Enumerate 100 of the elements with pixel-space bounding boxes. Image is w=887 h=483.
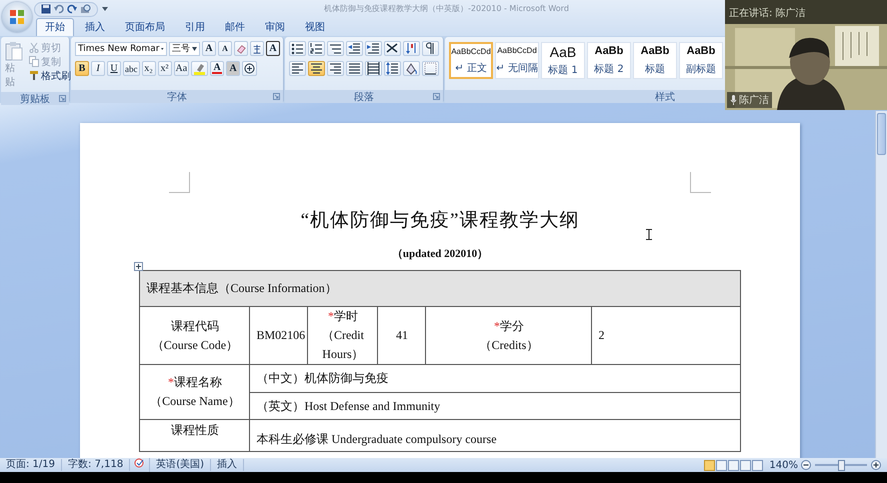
character-shading-button[interactable]: A bbox=[226, 61, 240, 76]
change-case-button[interactable]: Aa bbox=[174, 61, 190, 76]
table-cell: 本科生必修课 Undergraduate compulsory course bbox=[250, 420, 740, 452]
subscript-button[interactable]: x₂ bbox=[142, 61, 156, 76]
view-button[interactable] bbox=[728, 460, 740, 470]
ribbon-tab[interactable]: 引用 bbox=[176, 18, 214, 36]
crop-mark-icon bbox=[169, 172, 190, 193]
word-count[interactable]: 字数: 7,118 bbox=[62, 459, 130, 471]
speaker-status: 正在讲话: 陈广洁 bbox=[729, 6, 806, 20]
table-cell: 课程代码 （Course Code） bbox=[140, 306, 250, 364]
font-name-field[interactable]: Times New Romar bbox=[75, 42, 167, 56]
table-cell: 课程基本信息（Course Information） bbox=[140, 270, 740, 306]
document-subtitle: （updated 202010） bbox=[392, 247, 488, 261]
print-preview-icon[interactable] bbox=[80, 4, 91, 14]
ribbon-tab[interactable]: 插入 bbox=[76, 18, 114, 36]
zoom-level[interactable]: 140% bbox=[769, 460, 798, 470]
grow-font-button[interactable]: A bbox=[202, 41, 216, 56]
sort-button[interactable] bbox=[403, 41, 420, 56]
numbering-button[interactable] bbox=[308, 41, 325, 56]
table-cell: *学分 （Credits） bbox=[426, 306, 592, 364]
style-gallery-item[interactable]: AaBb 标题 bbox=[633, 42, 677, 79]
view-button[interactable] bbox=[740, 460, 752, 470]
multilevel-list-button[interactable] bbox=[327, 41, 344, 56]
table-cell: 课程性质 bbox=[140, 420, 250, 452]
enclose-character-button[interactable] bbox=[242, 61, 258, 76]
highlight-button[interactable] bbox=[191, 61, 208, 76]
table-cell: 41 bbox=[378, 306, 426, 364]
crop-mark-icon bbox=[690, 172, 711, 193]
align-button[interactable] bbox=[327, 61, 344, 76]
table-cell: （英文）Host Defense and Immunity bbox=[250, 392, 740, 420]
chinese-layout-button[interactable] bbox=[384, 41, 401, 56]
character-border-button[interactable]: A bbox=[266, 41, 280, 56]
zoom-slider-thumb[interactable] bbox=[838, 460, 845, 471]
style-gallery-item[interactable]: AaBbCcDd ↵ 无间隔 bbox=[495, 42, 539, 79]
copy-icon bbox=[29, 56, 39, 67]
underline-button[interactable]: U bbox=[107, 61, 121, 76]
bold-button[interactable]: B bbox=[75, 61, 89, 76]
caret-icon[interactable] bbox=[161, 46, 164, 50]
font-size-field[interactable]: 三号 bbox=[169, 42, 200, 56]
language-indicator[interactable]: 英语(美国) bbox=[150, 459, 212, 471]
align-button[interactable] bbox=[308, 61, 325, 76]
align-button[interactable] bbox=[346, 61, 363, 76]
bullets-button[interactable] bbox=[289, 41, 306, 56]
ribbon-tab[interactable]: 开始 bbox=[36, 18, 74, 36]
office-logo-icon bbox=[9, 9, 25, 25]
shrink-font-button[interactable]: A bbox=[218, 41, 232, 56]
eraser-icon bbox=[236, 42, 246, 54]
table-move-handle-icon[interactable] bbox=[134, 262, 144, 271]
italic-button[interactable]: I bbox=[91, 61, 105, 76]
view-button[interactable] bbox=[752, 460, 764, 470]
insert-mode-indicator[interactable]: 插入 bbox=[211, 459, 244, 471]
group-label: 段落 bbox=[354, 90, 374, 104]
style-gallery-item[interactable]: AaBb 标题 2 bbox=[587, 42, 631, 79]
page-count[interactable]: 页面: 1/19 bbox=[0, 459, 62, 471]
borders-button[interactable] bbox=[422, 61, 439, 76]
table-cell: BM02106 bbox=[250, 306, 308, 364]
line-spacing-button[interactable] bbox=[384, 61, 401, 76]
font-color-button[interactable]: A bbox=[210, 61, 224, 76]
redo-icon[interactable] bbox=[67, 4, 77, 14]
brush-icon bbox=[29, 70, 39, 81]
style-gallery-item[interactable]: AaBb 副标题 bbox=[679, 42, 723, 79]
shading-button[interactable] bbox=[403, 61, 420, 76]
spelling-check-icon[interactable] bbox=[134, 458, 146, 468]
group-label: 字体 bbox=[167, 90, 187, 104]
style-gallery-item[interactable]: AaB 标题 1 bbox=[541, 42, 585, 79]
align-button[interactable] bbox=[289, 61, 306, 76]
ribbon-tab[interactable]: 视图 bbox=[296, 18, 334, 36]
customize-caret-icon[interactable] bbox=[102, 6, 108, 12]
increase-indent-button[interactable] bbox=[365, 41, 382, 56]
toolbar-button[interactable]: 格式刷 bbox=[29, 69, 71, 82]
style-gallery-item[interactable]: AaBbCcDd ↵ 正文 bbox=[449, 42, 493, 79]
table-cell: *学时 （Credit Hours） bbox=[308, 306, 378, 364]
ribbon-tab[interactable]: 审阅 bbox=[256, 18, 294, 36]
document-title: “机体防御与免疫”课程教学大纲 bbox=[300, 209, 580, 233]
align-button[interactable] bbox=[365, 61, 382, 76]
undo-icon[interactable] bbox=[54, 4, 64, 14]
window-title: 机体防御与免疫课程教学大纲（中英版）-202010 - Microsoft Word bbox=[324, 3, 569, 14]
text-cursor-icon bbox=[646, 229, 652, 240]
group-label: 剪贴板 bbox=[20, 92, 50, 106]
phonetic-icon bbox=[252, 42, 262, 54]
highlighter-icon bbox=[193, 62, 206, 74]
office-button[interactable] bbox=[2, 2, 32, 32]
zoom-out-icon[interactable] bbox=[801, 460, 811, 470]
view-button[interactable] bbox=[716, 460, 728, 470]
scrollbar[interactable] bbox=[875, 111, 887, 458]
group-label: 样式 bbox=[655, 90, 675, 104]
decrease-indent-button[interactable] bbox=[346, 41, 363, 56]
table-cell: （中文）机体防御与免疫 bbox=[250, 364, 740, 392]
ribbon-tab[interactable]: 页面布局 bbox=[116, 18, 174, 36]
show-marks-button[interactable] bbox=[422, 41, 439, 56]
ribbon-tab[interactable]: 邮件 bbox=[216, 18, 254, 36]
phonetic-guide-button[interactable] bbox=[250, 41, 264, 56]
speaker-label: 陈广洁 bbox=[727, 92, 772, 108]
clipboard-icon bbox=[5, 41, 23, 61]
clear-format-button[interactable] bbox=[234, 41, 248, 56]
caret-icon[interactable] bbox=[192, 46, 197, 50]
zoom-in-icon[interactable] bbox=[871, 460, 881, 470]
save-icon[interactable] bbox=[41, 4, 51, 14]
strikethrough-button[interactable]: abc bbox=[123, 61, 140, 76]
superscript-button[interactable]: x² bbox=[158, 61, 172, 76]
